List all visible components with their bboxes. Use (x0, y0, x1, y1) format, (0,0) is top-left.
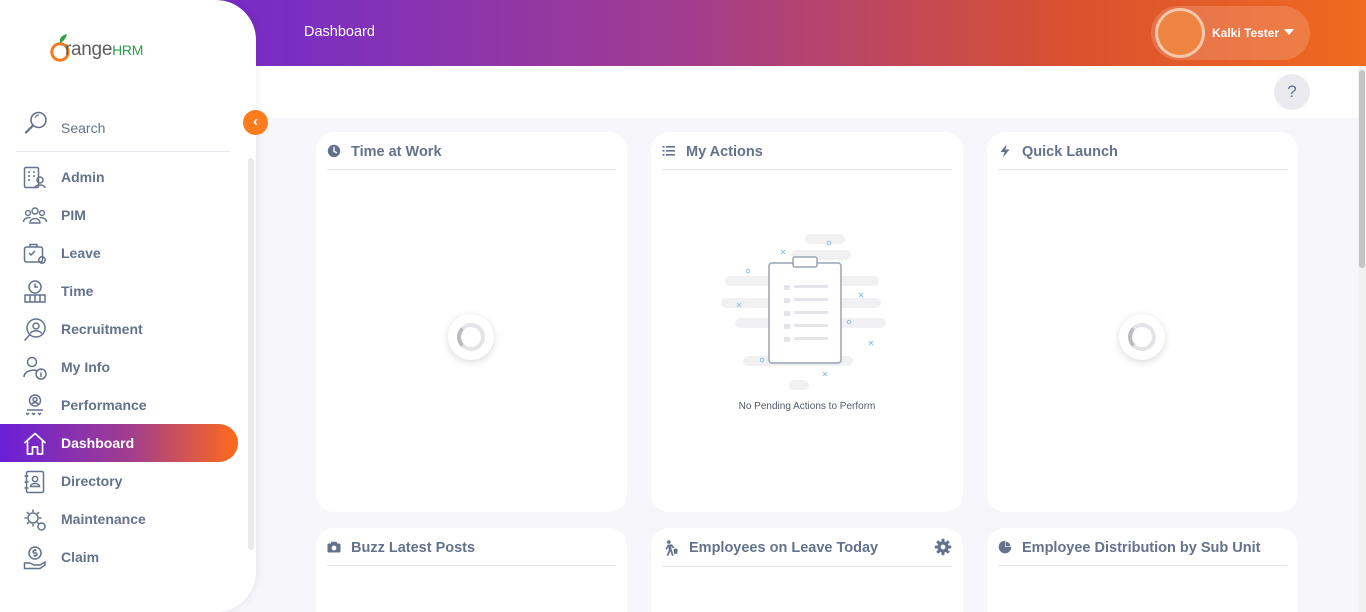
sidebar: rangeHRM Search Admin PIM Leave Time Rec… (0, 0, 256, 612)
sidebar-item-label: Admin (61, 169, 105, 185)
employees-on-leave-widget: Employees on Leave Today (651, 528, 963, 612)
sidebar-item-label: Leave (61, 245, 101, 261)
sidebar-item-my-info[interactable]: My Info (0, 348, 238, 386)
sidebar-item-label: Performance (61, 397, 147, 413)
sidebar-item-label: My Info (61, 359, 110, 375)
empty-clipboard-illustration (721, 234, 886, 390)
sidebar-item-label: Directory (61, 473, 123, 489)
list-icon (662, 146, 675, 156)
sidebar-item-leave[interactable]: Leave (0, 234, 238, 272)
search-icon (24, 111, 47, 134)
sidebar-item-maintenance[interactable]: Maintenance (0, 500, 238, 538)
pim-icon (22, 207, 48, 224)
sidebar-item-admin[interactable]: Admin (0, 158, 238, 196)
my-actions-widget: My Actions No Pending Actions to Perform (651, 132, 963, 512)
widget-title: Employees on Leave Today (689, 540, 879, 556)
sidebar-item-label: PIM (61, 207, 86, 223)
sidebar-search[interactable]: Search (16, 104, 230, 152)
sidebar-scrollbar[interactable] (248, 158, 254, 550)
recruitment-icon (23, 318, 46, 342)
sidebar-item-performance[interactable]: Performance (0, 386, 238, 424)
time-at-work-widget: Time at Work (316, 132, 627, 512)
quick-launch-widget: Quick Launch (987, 132, 1298, 512)
sidebar-item-label: Maintenance (61, 511, 146, 527)
widget-header: My Actions (662, 132, 952, 170)
clock-icon (327, 144, 341, 158)
widget-header: Employee Distribution by Sub Unit (998, 528, 1287, 566)
camera-icon (327, 541, 341, 553)
sidebar-item-dashboard[interactable]: Dashboard (0, 424, 238, 462)
widget-title: Time at Work (351, 144, 442, 160)
sidebar-item-claim[interactable]: Claim (0, 538, 238, 576)
buzz-latest-posts-widget: Buzz Latest Posts (316, 528, 627, 612)
directory-icon (24, 470, 45, 494)
widget-header: Employees on Leave Today (662, 528, 952, 567)
time-icon (24, 280, 46, 303)
sidebar-item-pim[interactable]: PIM (0, 196, 238, 234)
widget-title: Buzz Latest Posts (351, 540, 476, 556)
lightning-icon (1000, 144, 1010, 158)
sidebar-item-label: Time (61, 283, 94, 299)
search-input[interactable]: Search (61, 120, 105, 136)
empty-state-text: No Pending Actions to Perform (738, 401, 876, 412)
widget-header: Quick Launch (998, 132, 1287, 170)
sidebar-item-label: Claim (61, 549, 100, 565)
leave-icon (23, 243, 46, 264)
gear-icon[interactable] (934, 538, 952, 556)
page-title: Dashboard (304, 24, 375, 40)
help-button[interactable]: ? (1274, 74, 1310, 110)
logo-text: rangeHRM (65, 39, 144, 60)
app-page: Dashboard Kalki Tester ? Time at Work My… (0, 0, 1366, 612)
loading-spinner (448, 314, 494, 360)
performance-icon (25, 394, 43, 416)
sidebar-item-time[interactable]: Time (0, 272, 238, 310)
user-name[interactable]: Kalki Tester (1212, 26, 1279, 40)
admin-icon (23, 166, 46, 189)
widget-title: Employee Distribution by Sub Unit (1022, 540, 1261, 556)
widget-header: Buzz Latest Posts (327, 528, 616, 566)
sidebar-item-label: Recruitment (61, 321, 143, 337)
sidebar-item-recruitment[interactable]: Recruitment (0, 310, 238, 348)
widget-title: My Actions (686, 144, 763, 160)
my-info-icon (23, 356, 47, 380)
avatar[interactable] (1155, 8, 1205, 58)
caret-down-icon[interactable] (1284, 29, 1294, 35)
chevron-left-icon[interactable]: ‹ (243, 110, 268, 135)
walking-person-icon (665, 540, 678, 556)
home-icon (23, 432, 47, 455)
sidebar-item-label: Dashboard (61, 435, 135, 451)
loading-spinner (1119, 314, 1165, 360)
claim-icon (23, 546, 46, 570)
page-scrollbar-thumb[interactable] (1359, 70, 1365, 268)
widget-title: Quick Launch (1022, 144, 1118, 160)
maintenance-icon (24, 509, 46, 531)
user-menu-button[interactable]: Kalki Tester (1151, 6, 1310, 60)
widget-header: Time at Work (327, 132, 616, 170)
sidebar-item-directory[interactable]: Directory (0, 462, 238, 500)
pie-chart-icon (998, 540, 1012, 554)
employee-distribution-widget: Employee Distribution by Sub Unit (987, 528, 1298, 612)
